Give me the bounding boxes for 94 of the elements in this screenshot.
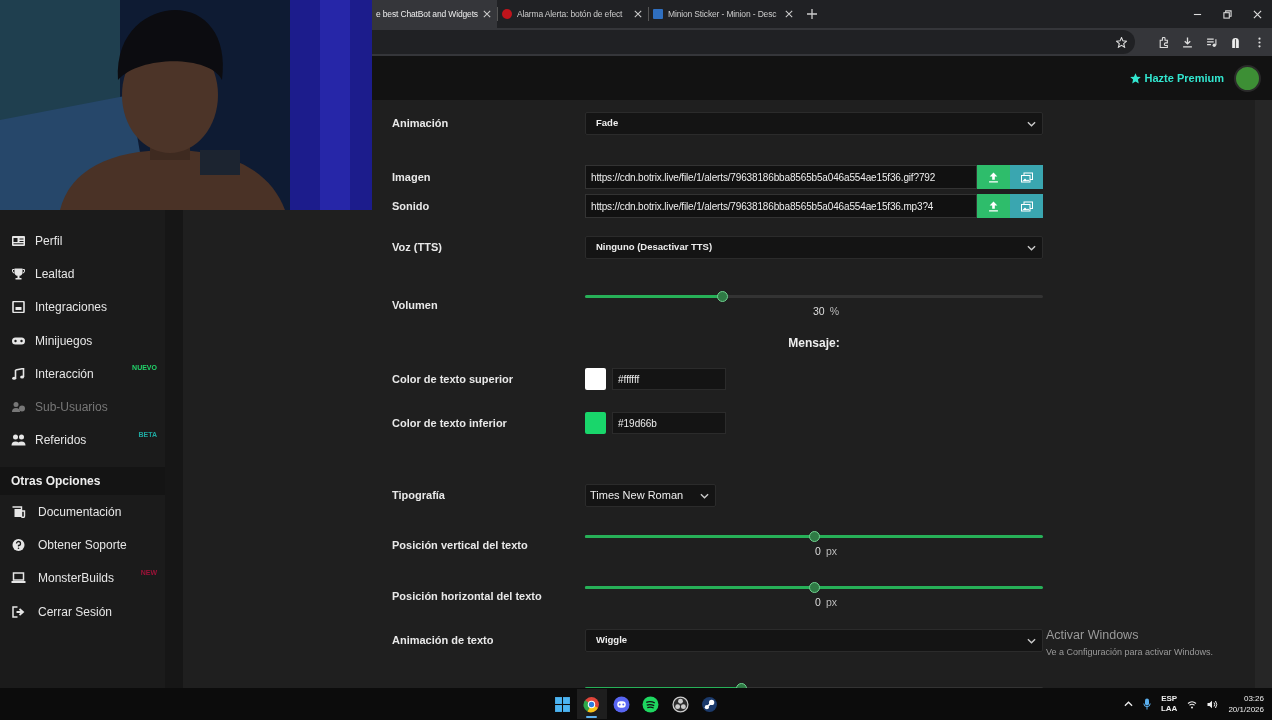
logout-icon [11, 605, 26, 618]
images-icon [1020, 200, 1033, 212]
users-gear-icon [11, 401, 26, 414]
chevron-down-icon [1027, 120, 1036, 127]
download-icon[interactable] [1181, 36, 1193, 48]
section-title: Otras Opciones [0, 467, 165, 496]
sidebar-item[interactable]: Lealtad [0, 257, 165, 291]
circle-favicon-icon [502, 9, 512, 19]
slider-thumb[interactable] [809, 582, 820, 593]
round-logo-icon [701, 695, 719, 713]
sidebar-item[interactable]: Minijuegos [0, 323, 165, 358]
microphone-icon[interactable] [1142, 698, 1151, 710]
field-label: Animación de texto [392, 633, 495, 649]
close-icon[interactable] [634, 10, 642, 18]
activation-title: Activar Windows [1046, 627, 1140, 644]
chevron-down-icon [1027, 244, 1036, 251]
activation-text: Ve a Configuración para activar Windows. [1046, 645, 1214, 659]
restore-icon[interactable] [1222, 9, 1232, 19]
color-field[interactable]: #19d66b [612, 412, 726, 434]
close-icon[interactable] [483, 10, 491, 18]
unit-label: px [825, 595, 837, 610]
field-label: Tipografía [392, 488, 446, 504]
field-label: Volumen [392, 297, 439, 313]
sidebar-item[interactable]: Perfil [0, 224, 165, 258]
sidebar-item[interactable]: Integraciones [0, 290, 165, 324]
slider-thumb[interactable] [809, 531, 820, 542]
field-label: Color de texto inferior [392, 415, 508, 431]
color-swatch[interactable] [585, 368, 606, 390]
close-icon[interactable] [785, 10, 793, 18]
media-list-icon[interactable] [1206, 36, 1218, 48]
chat-bubble-icon [612, 695, 630, 713]
field-label: Posición horizontal del texto [392, 588, 543, 604]
unit-label: px [825, 544, 837, 559]
url-field[interactable]: https://cdn.botrix.live/file/1/alerts/79638186bba8565b5a046a554ae15f36.gif?792 [585, 165, 977, 189]
wifi-icon[interactable] [1187, 699, 1198, 709]
dropdown[interactable]: Times New Roman [585, 484, 716, 507]
color-swatch[interactable] [585, 412, 606, 434]
slider-value: 0 [815, 595, 821, 610]
upload-icon [988, 171, 999, 183]
slider-thumb[interactable] [717, 291, 729, 302]
music-note-icon [11, 367, 26, 380]
trophy-icon [11, 267, 26, 280]
speaker-icon[interactable] [1207, 699, 1219, 709]
scroll-icon [11, 505, 26, 518]
color-field[interactable]: #ffffff [612, 368, 726, 390]
ring-logo-icon [583, 695, 601, 713]
field-label: Imagen [392, 169, 432, 185]
field-label: Color de texto superior [392, 371, 515, 387]
scrollbar[interactable] [1255, 100, 1272, 688]
field-label: Animación [392, 116, 450, 132]
field-label: Posición vertical del texto [392, 537, 529, 553]
taskbar-button[interactable] [577, 689, 607, 719]
browser-tab[interactable]: Minion Sticker - Minion - Desc [649, 0, 799, 28]
url-field[interactable]: https://cdn.botrix.live/file/1/alerts/79638186bba8565b5a046a554ae15f36.mp3?4 [585, 194, 977, 218]
gallery-button[interactable] [1010, 194, 1043, 218]
gallery-button[interactable] [1010, 165, 1043, 189]
sidebar-item[interactable]: Cerrar Sesión [0, 594, 165, 629]
sound-waves-icon [642, 695, 660, 713]
profile-icon[interactable] [1230, 36, 1242, 48]
puzzle-piece-icon[interactable] [1157, 36, 1169, 48]
help-icon [11, 539, 26, 551]
four-squares-icon [553, 695, 571, 713]
users-icon [11, 434, 26, 447]
star-icon [1129, 72, 1141, 84]
browser-tab[interactable]: e best ChatBot and Widgets [372, 0, 497, 28]
chevron-down-icon [700, 492, 709, 499]
dropdown[interactable]: Fade [585, 112, 1043, 135]
aperture-icon [671, 695, 689, 713]
keyboard-language[interactable]: ESP LAA [1160, 693, 1178, 715]
premium-link[interactable]: Hazte Premium [1129, 69, 1224, 87]
sidebar-item[interactable]: Documentación [0, 495, 165, 529]
field-label: Sonido [392, 198, 431, 214]
field-label: Voz (TTS) [392, 240, 443, 256]
clock[interactable]: 03:26 20/1/2026 [1228, 692, 1264, 716]
dropdown[interactable]: Ninguno (Desactivar TTS) [585, 236, 1043, 259]
sidebar-item[interactable]: Obtener Soporte [0, 528, 165, 562]
slider-value: 0 [815, 544, 821, 559]
square-favicon-icon [653, 9, 663, 19]
unit-label: % [829, 304, 839, 319]
avatar[interactable] [1234, 64, 1261, 92]
tablet-icon [11, 301, 26, 314]
chevron-up-icon[interactable] [1123, 701, 1133, 707]
new-tab-icon[interactable] [807, 9, 817, 19]
dropdown[interactable]: Wiggle [585, 629, 1043, 652]
images-icon [1020, 171, 1033, 183]
browser-tab[interactable]: Alarma Alerta: botón de efect [498, 0, 648, 28]
section-heading: Mensaje: [787, 335, 841, 352]
slider-value: 30 [813, 304, 825, 319]
star-icon[interactable] [1116, 36, 1127, 48]
id-card-icon [11, 234, 26, 247]
close-icon[interactable] [1252, 9, 1262, 19]
upload-icon [988, 200, 999, 212]
chevron-down-icon [1027, 637, 1036, 644]
laptop-icon [11, 572, 26, 585]
